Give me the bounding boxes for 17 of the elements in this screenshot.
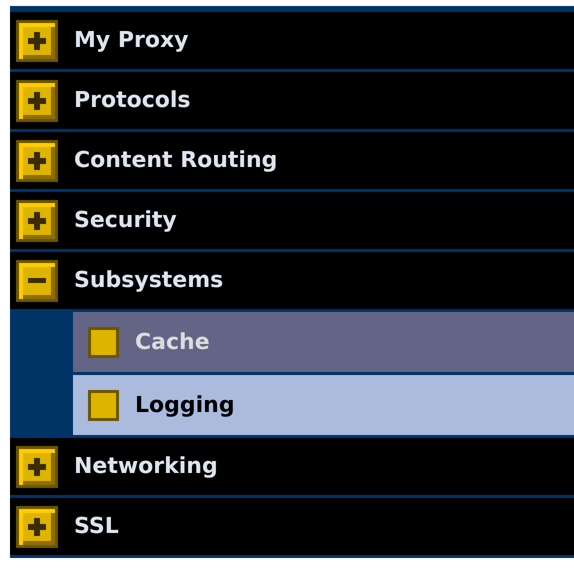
square-icon	[88, 390, 119, 420]
nav-item[interactable]: Networking	[10, 438, 574, 498]
expand-icon[interactable]	[16, 140, 58, 182]
sub-nav-item[interactable]: Cache	[73, 312, 574, 372]
expand-icon[interactable]	[16, 80, 58, 122]
expand-icon[interactable]	[16, 506, 58, 548]
nav-item[interactable]: Content Routing	[10, 132, 574, 192]
expand-icon[interactable]	[16, 446, 58, 488]
expand-icon[interactable]	[16, 20, 58, 62]
nav-item[interactable]: My Proxy	[10, 12, 574, 72]
square-icon	[88, 326, 119, 358]
sub-nav-item[interactable]: Logging	[73, 375, 574, 435]
nav-item[interactable]: SSL	[10, 498, 574, 558]
expand-icon[interactable]	[16, 200, 58, 242]
nav-item[interactable]: Security	[10, 192, 574, 252]
nav-item[interactable]: Protocols	[10, 72, 574, 132]
collapse-icon[interactable]	[16, 260, 58, 302]
